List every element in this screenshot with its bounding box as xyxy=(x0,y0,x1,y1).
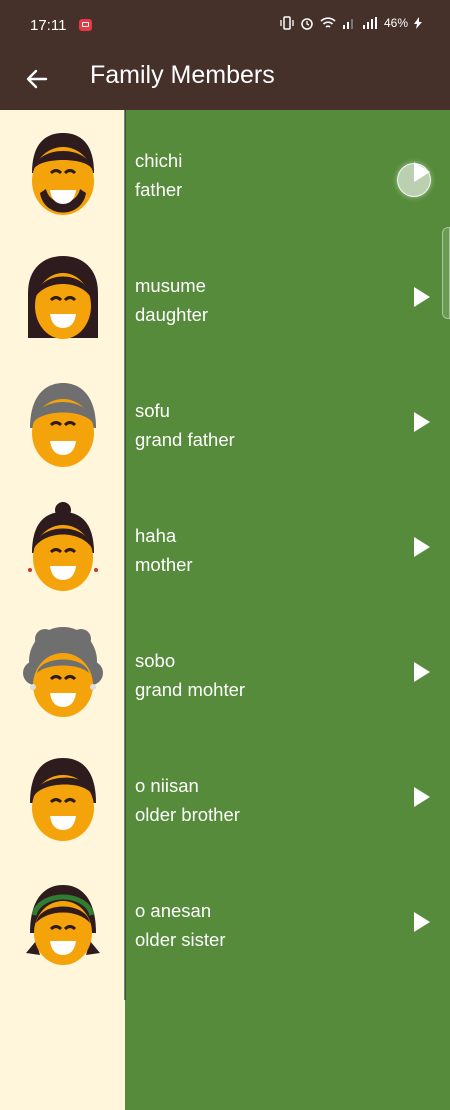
signal-icon-2 xyxy=(362,17,377,29)
wifi-icon xyxy=(320,17,336,28)
play-icon[interactable] xyxy=(408,408,434,436)
play-icon[interactable] xyxy=(408,533,434,561)
play-icon[interactable] xyxy=(408,158,434,186)
daughter-avatar xyxy=(27,255,98,339)
english-name: older brother xyxy=(135,804,240,825)
english-name: grand father xyxy=(135,429,235,450)
japanese-name: haha xyxy=(135,525,177,546)
english-name: daughter xyxy=(135,304,209,325)
father-avatar xyxy=(31,132,94,215)
charging-icon xyxy=(414,17,422,29)
back-button[interactable] xyxy=(22,64,52,94)
list-item-grandfather[interactable]: sofu grand father xyxy=(0,360,450,485)
column-divider xyxy=(124,110,126,1000)
family-member-list: chichi father musume daughter sofu grand… xyxy=(0,110,450,1110)
member-text: musume daughter xyxy=(135,271,208,329)
avatar-cell xyxy=(0,985,125,1110)
play-icon[interactable] xyxy=(408,908,434,936)
member-text: sofu grand father xyxy=(135,396,235,454)
avatar-cell xyxy=(0,860,125,985)
alarm-icon xyxy=(301,18,313,30)
member-text: o niisan older brother xyxy=(135,771,240,829)
english-name: mother xyxy=(135,554,193,575)
play-icon[interactable] xyxy=(408,658,434,686)
grandfather-avatar xyxy=(29,382,96,467)
list-item-older-brother[interactable]: o niisan older brother xyxy=(0,735,450,860)
arrow-left-icon xyxy=(26,69,48,89)
list-item-older-sister[interactable]: o anesan older sister xyxy=(0,860,450,985)
list-item-mother[interactable]: haha mother xyxy=(0,485,450,610)
battery-level: 46% xyxy=(383,16,408,30)
status-icons: 46% xyxy=(280,16,422,30)
older-sister-avatar xyxy=(25,884,100,965)
english-name: older sister xyxy=(135,929,226,950)
japanese-name: sobo xyxy=(135,650,176,671)
app-bar: Family Members xyxy=(0,50,450,110)
member-text: o anesan older sister xyxy=(135,896,225,954)
grandmother-avatar xyxy=(22,626,103,717)
avatar-cell xyxy=(0,735,125,860)
avatar-cell xyxy=(0,235,125,360)
avatar-cell xyxy=(0,485,125,610)
member-text: chichi father xyxy=(135,146,182,204)
page-title: Family Members xyxy=(90,61,275,89)
play-icon[interactable] xyxy=(408,283,434,311)
japanese-name: o niisan xyxy=(135,775,199,796)
list-item-daughter[interactable]: musume daughter xyxy=(0,235,450,360)
status-bar: 17:11 46% xyxy=(0,0,450,50)
avatar-cell xyxy=(0,360,125,485)
status-time: 17:11 xyxy=(30,17,67,34)
member-text: sobo grand mohter xyxy=(135,646,245,704)
list-item-father[interactable]: chichi father xyxy=(0,110,450,235)
japanese-name: chichi xyxy=(135,150,183,171)
list-item-partial[interactable] xyxy=(0,985,450,1110)
english-name: grand mohter xyxy=(135,679,246,700)
member-text: haha mother xyxy=(135,521,193,579)
play-icon[interactable] xyxy=(408,783,434,811)
japanese-name: o anesan xyxy=(135,900,212,921)
english-name: father xyxy=(135,179,183,200)
vibrate-icon xyxy=(280,16,294,30)
avatar-cell xyxy=(0,110,125,235)
japanese-name: sofu xyxy=(135,400,170,421)
mother-avatar xyxy=(27,501,98,591)
older-brother-avatar xyxy=(29,757,96,841)
signal-icon xyxy=(342,19,353,29)
list-item-grandmother[interactable]: sobo grand mohter xyxy=(0,610,450,735)
avatar-cell xyxy=(0,610,125,735)
japanese-name: musume xyxy=(135,275,206,296)
scrollbar[interactable] xyxy=(442,227,450,319)
screen-record-icon xyxy=(79,19,92,31)
